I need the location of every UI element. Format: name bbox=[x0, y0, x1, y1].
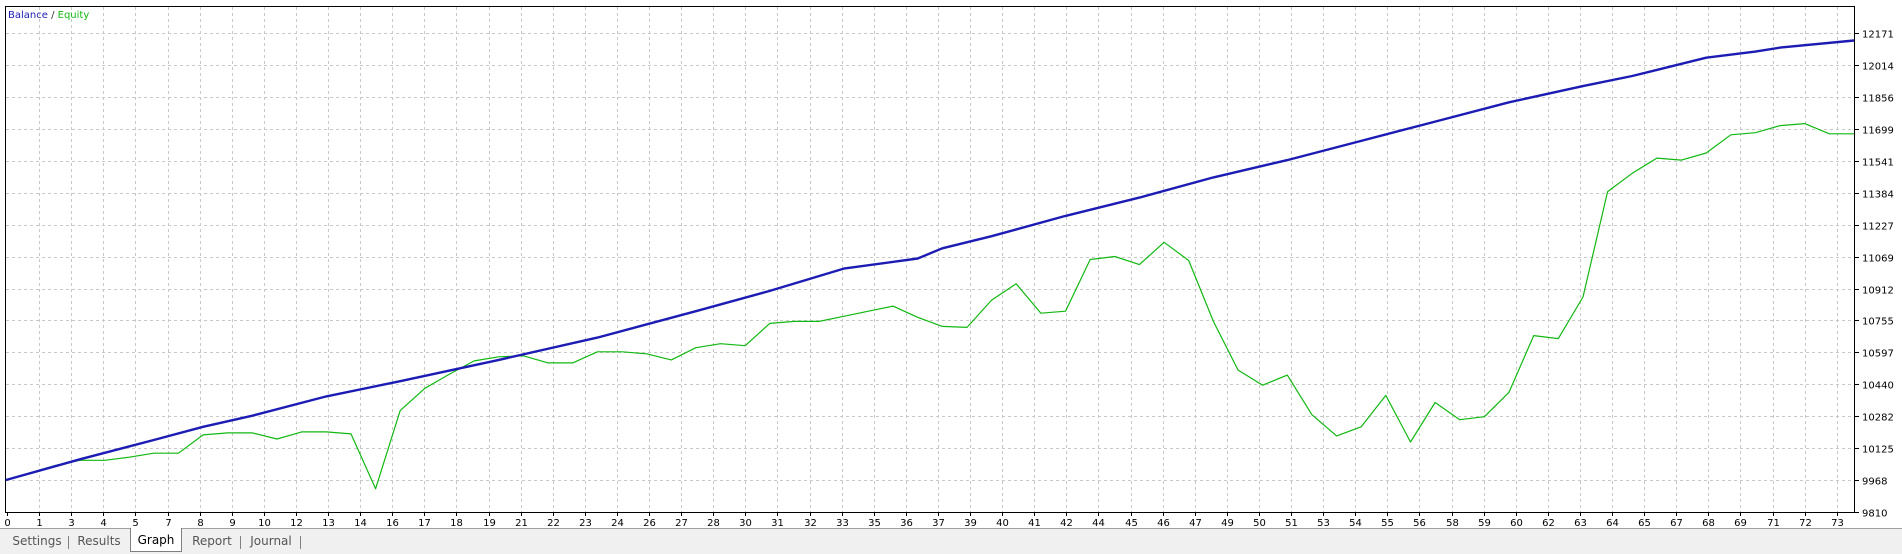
chart-legend: Balance / Equity bbox=[8, 10, 89, 21]
x-tick-label: 36 bbox=[900, 518, 913, 528]
tab-journal[interactable]: Journal bbox=[242, 532, 300, 552]
legend-balance: Balance bbox=[8, 10, 48, 21]
x-tick-label: 58 bbox=[1446, 518, 1459, 528]
x-tick-label: 30 bbox=[739, 518, 752, 528]
x-tick-label: 71 bbox=[1767, 518, 1780, 528]
x-tick-label: 27 bbox=[675, 518, 688, 528]
x-tick-label: 49 bbox=[1221, 518, 1234, 528]
x-tick-label: 8 bbox=[197, 518, 203, 528]
y-tick-label: 11384 bbox=[1862, 190, 1894, 201]
x-tick-label: 4 bbox=[100, 518, 106, 528]
x-tick-label: 5 bbox=[132, 518, 138, 528]
tab-separator bbox=[300, 536, 301, 549]
y-tick-label: 10282 bbox=[1862, 413, 1894, 424]
tab-results[interactable]: Results bbox=[70, 532, 128, 552]
x-tick-label: 40 bbox=[996, 518, 1009, 528]
x-tick-label: 1 bbox=[36, 518, 42, 528]
y-tick-label: 10755 bbox=[1862, 317, 1894, 328]
x-tick-label: 16 bbox=[386, 518, 399, 528]
balance-equity-chart: 9810996810125102821044010597107551091211… bbox=[0, 0, 1902, 528]
y-tick-label: 9968 bbox=[1862, 477, 1887, 488]
x-tick-label: 35 bbox=[868, 518, 881, 528]
x-tick-label: 39 bbox=[964, 518, 977, 528]
strategy-tester-graph: 9810 9968 10125 10282 10440 10597 10755 10912 11… bbox=[0, 0, 1902, 554]
tab-separator bbox=[68, 536, 69, 549]
x-tick-label: 21 bbox=[515, 518, 528, 528]
x-tick-label: 73 bbox=[1831, 518, 1844, 528]
y-tick-label: 11069 bbox=[1862, 254, 1894, 265]
y-tick-label: 11227 bbox=[1862, 222, 1894, 233]
x-tick-label: 51 bbox=[1285, 518, 1298, 528]
x-tick-label: 54 bbox=[1349, 518, 1362, 528]
x-tick-label: 17 bbox=[418, 518, 431, 528]
x-tick-label: 18 bbox=[450, 518, 463, 528]
y-tick-label: 12014 bbox=[1862, 62, 1894, 73]
y-tick-label: 11699 bbox=[1862, 126, 1894, 137]
y-tick-label: 12171 bbox=[1862, 30, 1894, 41]
y-tick-label: 10912 bbox=[1862, 286, 1894, 297]
x-tick-label: 56 bbox=[1413, 518, 1426, 528]
x-tick-label: 10 bbox=[258, 518, 271, 528]
x-tick-label: 44 bbox=[1092, 518, 1105, 528]
x-tick-label: 50 bbox=[1253, 518, 1266, 528]
x-tick-label: 9 bbox=[229, 518, 235, 528]
x-tick-label: 59 bbox=[1478, 518, 1491, 528]
x-tick-label: 42 bbox=[1060, 518, 1073, 528]
tab-graph[interactable]: Graph bbox=[130, 528, 182, 552]
x-tick-label: 53 bbox=[1317, 518, 1330, 528]
x-tick-label: 19 bbox=[483, 518, 496, 528]
x-tick-label: 13 bbox=[322, 518, 335, 528]
x-tick-label: 47 bbox=[1189, 518, 1202, 528]
y-tick-label: 10440 bbox=[1862, 381, 1894, 392]
x-tick-label: 62 bbox=[1542, 518, 1555, 528]
legend-separator: / bbox=[48, 10, 58, 21]
x-tick-label: 28 bbox=[707, 518, 720, 528]
x-tick-label: 32 bbox=[804, 518, 817, 528]
y-tick-label: 9810 bbox=[1862, 509, 1887, 520]
x-tick-label: 22 bbox=[547, 518, 560, 528]
y-tick-label: 11856 bbox=[1862, 94, 1894, 105]
x-tick-label: 23 bbox=[579, 518, 592, 528]
x-tick-label: 45 bbox=[1125, 518, 1138, 528]
x-tick-label: 26 bbox=[643, 518, 656, 528]
tester-tab-bar: Settings Results Graph Report Journal bbox=[0, 528, 1902, 554]
x-tick-label: 68 bbox=[1702, 518, 1715, 528]
x-tick-label: 72 bbox=[1799, 518, 1812, 528]
x-tick-label: 69 bbox=[1734, 518, 1747, 528]
x-tick-label: 33 bbox=[836, 518, 849, 528]
x-tick-label: 24 bbox=[611, 518, 624, 528]
x-tick-label: 12 bbox=[290, 518, 303, 528]
x-tick-label: 64 bbox=[1606, 518, 1619, 528]
x-tick-label: 31 bbox=[771, 518, 784, 528]
tab-report[interactable]: Report bbox=[184, 532, 240, 552]
x-tick-label: 0 bbox=[4, 518, 10, 528]
x-tick-label: 60 bbox=[1510, 518, 1523, 528]
x-tick-label: 41 bbox=[1028, 518, 1041, 528]
y-tick-label: 10125 bbox=[1862, 445, 1894, 456]
tab-settings[interactable]: Settings bbox=[6, 532, 68, 552]
x-tick-label: 55 bbox=[1381, 518, 1394, 528]
x-tick-label: 65 bbox=[1638, 518, 1651, 528]
x-tick-label: 3 bbox=[68, 518, 74, 528]
x-tick-label: 37 bbox=[932, 518, 945, 528]
tab-separator bbox=[240, 536, 241, 549]
x-tick-label: 67 bbox=[1670, 518, 1683, 528]
y-tick-label: 11541 bbox=[1862, 158, 1894, 169]
x-tick-label: 63 bbox=[1574, 518, 1587, 528]
x-tick-label: 14 bbox=[354, 518, 367, 528]
x-tick-label: 46 bbox=[1157, 518, 1170, 528]
y-tick-label: 10597 bbox=[1862, 349, 1894, 360]
x-tick-label: 7 bbox=[165, 518, 171, 528]
legend-equity: Equity bbox=[58, 10, 90, 21]
